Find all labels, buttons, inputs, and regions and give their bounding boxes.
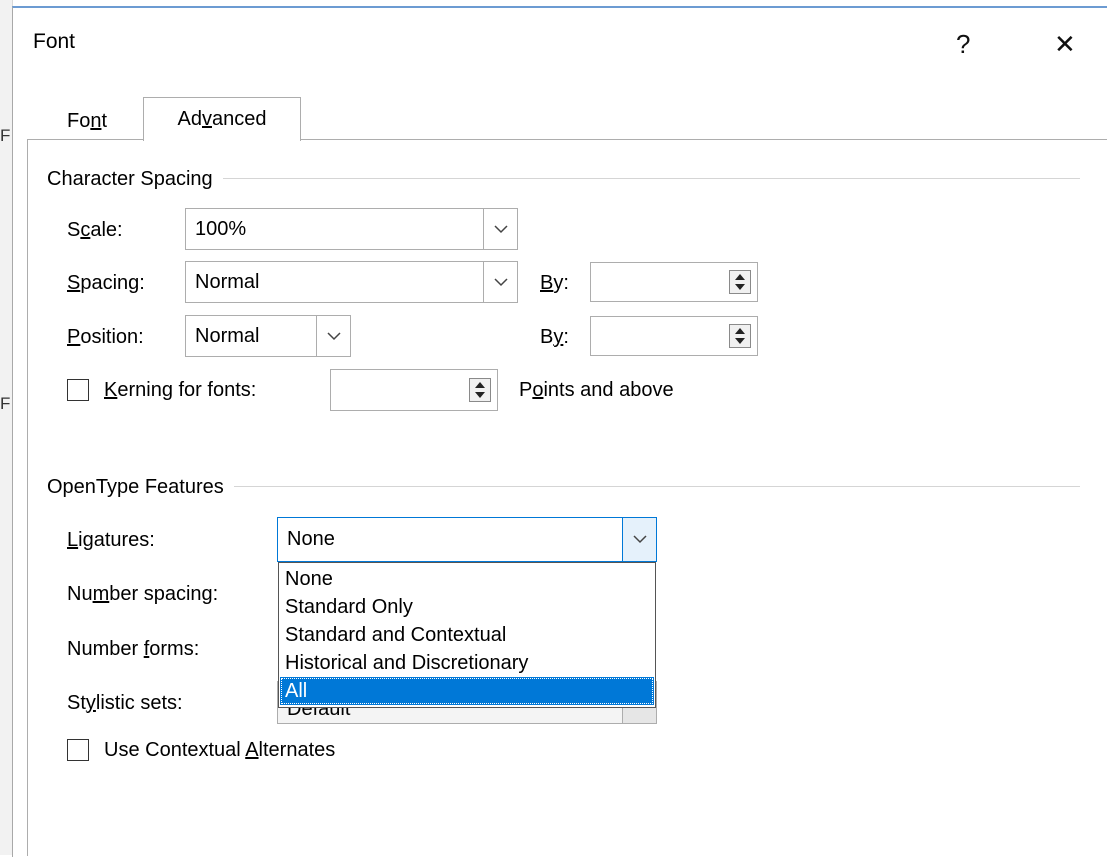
position-by-spinner[interactable]	[590, 316, 758, 356]
spacing-combobox[interactable]: Normal	[185, 261, 518, 303]
background-window-letter: F	[0, 394, 11, 413]
background-window-letter: F	[0, 126, 11, 145]
chevron-down-icon[interactable]	[483, 262, 517, 302]
spin-up-down-icon[interactable]	[729, 324, 751, 348]
spin-up-down-icon[interactable]	[729, 270, 751, 294]
list-item[interactable]: Historical and Discretionary	[285, 649, 528, 677]
stylistic-sets-label: Stylistic sets:	[67, 692, 183, 714]
tab-font-label: Font	[66, 110, 108, 132]
chevron-down-icon[interactable]	[483, 209, 517, 249]
points-and-above-label: Points and above	[519, 379, 674, 401]
list-item[interactable]: None	[285, 565, 333, 593]
position-by-label: By:	[540, 326, 569, 348]
number-spacing-label: Number spacing:	[67, 583, 219, 605]
position-label: Position:	[67, 326, 144, 348]
list-item[interactable]: Standard Only	[285, 593, 413, 621]
contextual-alternates-label: Use Contextual Alternates	[104, 739, 336, 761]
kerning-points-spinner[interactable]	[330, 369, 498, 411]
list-item-selected[interactable]: All	[280, 677, 654, 705]
chevron-down-icon[interactable]	[316, 316, 350, 356]
scale-combobox[interactable]: 100%	[185, 208, 518, 250]
scale-label: Scale:	[67, 219, 123, 241]
close-icon[interactable]: ✕	[1054, 31, 1076, 57]
kerning-label: Kerning for fonts:	[104, 379, 257, 401]
number-forms-label: Number forms:	[67, 638, 200, 660]
spin-up-down-icon[interactable]	[469, 378, 491, 402]
ligatures-dropdown-list: None Standard Only Standard and Contextu…	[278, 562, 656, 708]
help-icon[interactable]: ?	[956, 31, 970, 57]
ligatures-combobox[interactable]: None	[277, 517, 657, 562]
ligatures-value: None	[287, 528, 335, 550]
ligatures-label: Ligatures:	[67, 529, 155, 551]
list-item[interactable]: Standard and Contextual	[285, 621, 506, 649]
spacing-value: Normal	[195, 270, 260, 293]
chevron-down-icon[interactable]	[622, 518, 656, 561]
tab-font[interactable]: Font	[34, 103, 140, 140]
kerning-checkbox[interactable]	[67, 379, 89, 401]
contextual-alternates-checkbox[interactable]	[67, 739, 89, 761]
tab-advanced[interactable]: Advanced	[143, 97, 301, 141]
tab-advanced-label: Advanced	[177, 108, 267, 130]
character-spacing-heading: Character Spacing	[47, 168, 223, 191]
spacing-label: Spacing:	[67, 272, 145, 294]
opentype-features-heading: OpenType Features	[47, 476, 234, 499]
spacing-by-spinner[interactable]	[590, 262, 758, 302]
spacing-by-label: By:	[540, 272, 569, 294]
scale-value: 100%	[195, 217, 247, 240]
position-value: Normal	[195, 324, 260, 347]
dialog-title: Font	[33, 30, 76, 53]
position-combobox[interactable]: Normal	[185, 315, 351, 357]
